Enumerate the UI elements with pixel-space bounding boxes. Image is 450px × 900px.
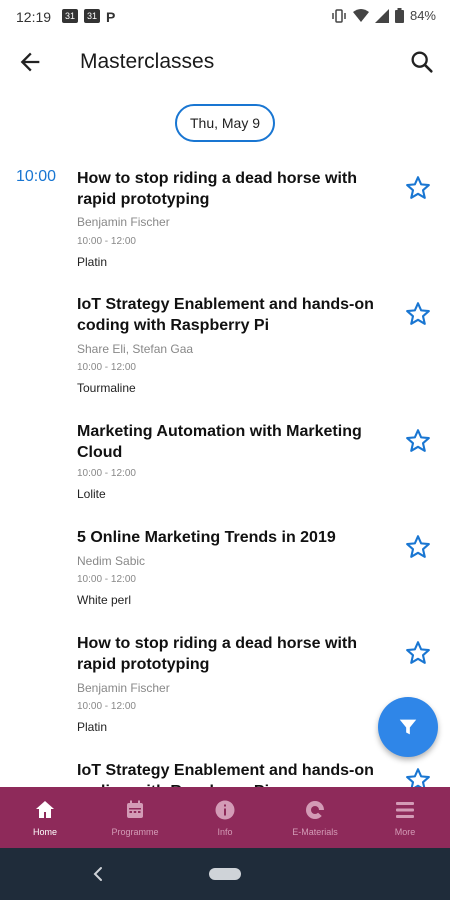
calendar-notification-icon: 31 bbox=[62, 9, 78, 23]
session-time: 10:00 bbox=[16, 168, 57, 185]
session-speaker: Nedim Sabic bbox=[77, 554, 146, 568]
search-button[interactable] bbox=[408, 48, 436, 76]
e-materials-icon bbox=[306, 801, 324, 819]
session-title: IoT Strategy Enablement and hands-on cod… bbox=[77, 762, 374, 787]
session-title: How to stop riding a dead horse with rap… bbox=[77, 170, 358, 208]
vibrate-icon bbox=[332, 8, 346, 23]
status-time: 12:19 bbox=[16, 9, 52, 25]
status-right: 84% bbox=[331, 8, 436, 23]
home-icon bbox=[36, 801, 54, 818]
back-button[interactable] bbox=[16, 48, 44, 76]
menu-icon bbox=[396, 802, 414, 818]
session-title: Marketing Automation with Marketing Clou… bbox=[77, 423, 362, 461]
nav-label: More bbox=[394, 827, 416, 837]
nav-item-home[interactable]: Home bbox=[0, 787, 90, 848]
battery-icon bbox=[394, 8, 404, 23]
session-hours: 10:00 - 12:00 bbox=[77, 574, 136, 585]
nav-item-more[interactable]: More bbox=[360, 787, 450, 848]
signal-icon bbox=[374, 8, 389, 23]
session-room: Platin bbox=[77, 720, 108, 734]
notification-icons: 31 31 P bbox=[62, 9, 115, 25]
star-icon[interactable] bbox=[404, 766, 432, 787]
session-hours: 10:00 - 12:00 bbox=[77, 362, 136, 373]
nav-item-programme[interactable]: Programme bbox=[90, 787, 180, 848]
filter-icon bbox=[399, 719, 417, 735]
info-icon bbox=[215, 800, 235, 820]
star-icon[interactable] bbox=[404, 300, 432, 328]
parking-icon: P bbox=[106, 9, 116, 25]
app-bar: Masterclasses bbox=[0, 34, 450, 90]
session-room: White perl bbox=[77, 593, 132, 607]
system-home-pill[interactable] bbox=[209, 868, 241, 880]
star-icon[interactable] bbox=[404, 639, 432, 667]
session-title: IoT Strategy Enablement and hands-on cod… bbox=[77, 296, 374, 334]
bottom-navigation: Home Programme Info E-Materials More bbox=[0, 787, 450, 848]
nav-item-info[interactable]: Info bbox=[180, 787, 270, 848]
star-icon[interactable] bbox=[404, 533, 432, 561]
wifi-icon bbox=[352, 8, 369, 22]
calendar-icon bbox=[127, 800, 143, 818]
star-icon[interactable] bbox=[404, 427, 432, 455]
arrow-back-icon bbox=[20, 52, 40, 72]
nav-label: Info bbox=[217, 827, 233, 837]
session-room: Tourmaline bbox=[77, 381, 136, 395]
status-bar: 12:19 31 31 P 84% bbox=[0, 0, 450, 34]
star-icon[interactable] bbox=[404, 174, 432, 202]
session-room: Platin bbox=[77, 255, 108, 269]
session-list: 10:00 How to stop riding a dead horse wi… bbox=[0, 160, 450, 787]
nav-label: Home bbox=[32, 827, 57, 837]
filter-button[interactable] bbox=[378, 697, 438, 757]
system-back-icon[interactable] bbox=[90, 864, 106, 884]
session-room: Lolite bbox=[77, 487, 106, 501]
session-hours: 10:00 - 12:00 bbox=[77, 701, 136, 712]
battery-percent: 84% bbox=[409, 8, 436, 23]
session-speaker: Share Eli, Stefan Gaa bbox=[77, 342, 194, 356]
page-title: Masterclasses bbox=[80, 50, 215, 73]
session-hours: 10:00 - 12:00 bbox=[77, 468, 136, 479]
session-speaker: Benjamin Fischer bbox=[77, 681, 170, 695]
calendar-notification-icon-2: 31 bbox=[84, 9, 100, 23]
session-hours: 10:00 - 12:00 bbox=[77, 236, 136, 247]
nav-label: Programme bbox=[111, 827, 159, 837]
search-icon bbox=[411, 51, 433, 73]
nav-label: E-Materials bbox=[292, 827, 338, 837]
date-chip[interactable]: Thu, May 9 bbox=[175, 104, 275, 142]
system-navigation-bar bbox=[0, 848, 450, 900]
session-speaker: Benjamin Fischer bbox=[77, 215, 170, 229]
session-title: How to stop riding a dead horse with rap… bbox=[77, 635, 358, 673]
nav-item-e-materials[interactable]: E-Materials bbox=[270, 787, 360, 848]
session-title: 5 Online Marketing Trends in 2019 bbox=[77, 529, 336, 546]
